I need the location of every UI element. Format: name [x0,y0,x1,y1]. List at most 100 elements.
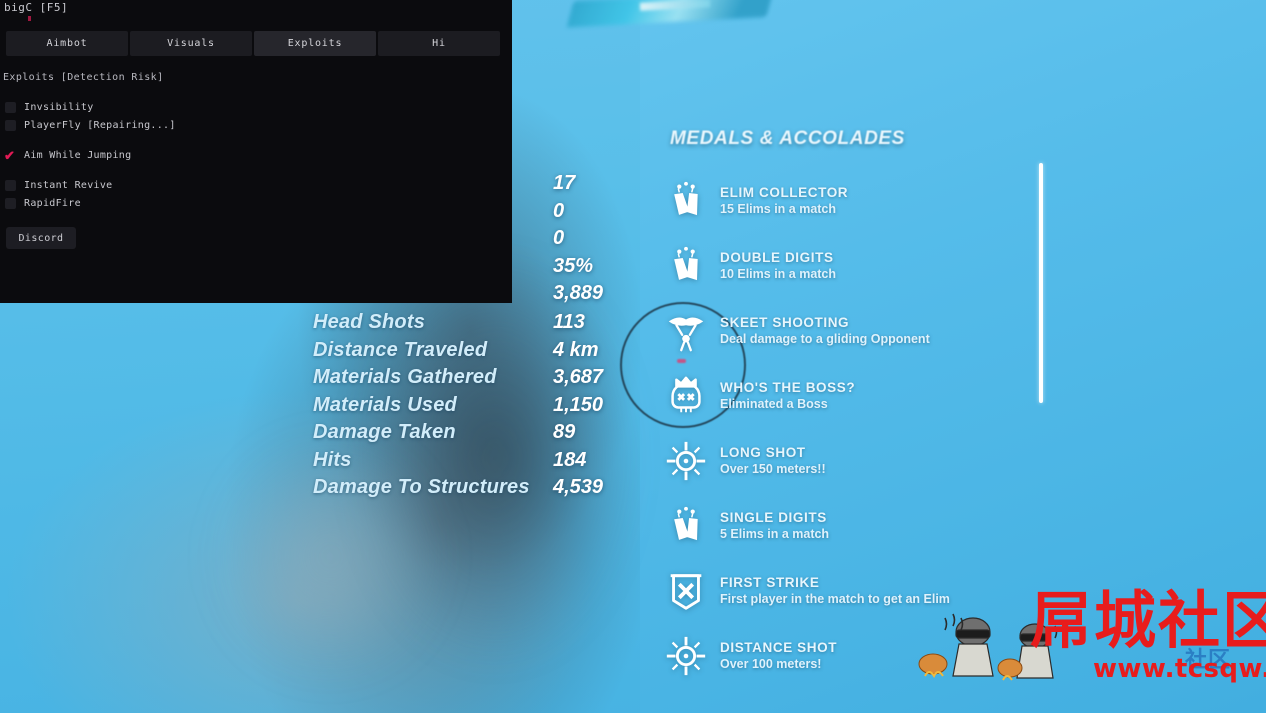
medal-name: DISTANCE SHOT [720,640,838,655]
cheat-menu-title: bigC [F5] [4,1,69,14]
stat-row: Distance Traveled 4 km [313,339,623,367]
tab-aimbot[interactable]: Aimbot [6,31,128,56]
dogtags-icon [660,175,712,227]
medal-text: LONG SHOT Over 150 meters!! [720,445,826,476]
stat-value-occluded: 3,889 [553,282,604,304]
cheat-menu-tab-bar: Aimbot Visuals Exploits Hi [6,31,500,56]
medal-name: FIRST STRIKE [720,575,820,590]
game-screenshot: Head Shots 113 Distance Traveled 4 km Materi… [0,0,1266,713]
stat-label: Materials Used [313,393,457,416]
option-label: Instant Revive [24,179,113,191]
stat-label: Damage To Structures [313,476,530,498]
tab-visuals[interactable]: Visuals [130,31,252,56]
match-stats-list: Head Shots 113 Distance Traveled 4 km Materi… [313,311,623,504]
stat-row: Damage To Structures 4,539 [313,476,623,504]
medal-row: WHO'S THE BOSS? Eliminated a Boss [660,363,1060,428]
dogtags-icon [660,500,712,552]
medals-scrollbar[interactable] [1039,163,1043,403]
stat-value-occluded: 0 [553,199,565,222]
checkbox-unchecked[interactable] [5,119,16,131]
stat-label: Materials Gathered [313,366,497,388]
checkbox-unchecked[interactable] [5,197,16,209]
medal-text: SINGLE DIGITS 5 Elims in a match [720,510,829,541]
medal-row: FIRST STRIKE First player in the match to… [660,558,1060,623]
medal-text: DOUBLE DIGITS 10 Elims in a match [720,250,836,281]
medal-description: 5 Elims in a match [720,527,830,541]
option-row-playerfly-repairing[interactable]: PlayerFly [Repairing...] [5,116,305,134]
banner-x-icon [660,565,712,617]
medal-description: First player in the match to get an Elim [720,592,950,606]
medal-row: DISTANCE SHOT Over 100 meters! [660,623,1060,688]
stat-value: 4,539 [553,476,604,498]
medal-description: 10 Elims in a match [720,267,837,281]
cheat-section-title: Exploits [Detection Risk] [3,72,164,83]
stat-row: Damage Taken 89 [313,421,623,449]
medal-row: LONG SHOT Over 150 meters!! [660,428,1060,493]
option-label: Aim While Jumping [24,149,132,161]
tab-exploits[interactable]: Exploits [254,31,376,56]
medal-text: WHO'S THE BOSS? Eliminated a Boss [720,380,855,411]
stat-label: Damage Taken [313,421,456,443]
stat-label: Hits [313,448,352,471]
medal-row: ELIM COLLECTOR 15 Elims in a match [660,168,1060,233]
stat-label: Distance Traveled [313,338,488,361]
dogtags-icon [660,240,712,292]
option-label: Invsibility [24,101,94,113]
cheat-menu-panel[interactable]: bigC [F5] Aimbot Visuals Exploits Hi Exploi… [0,0,512,303]
tab-hi[interactable]: Hi [378,31,500,56]
checkbox-checked[interactable]: ✔ [4,147,16,163]
medal-row: SKEET SHOOTING Deal damage to a gliding O… [660,298,1060,363]
stat-row: Hits 184 [313,449,623,477]
stat-row: Materials Gathered 3,687 [313,366,623,394]
stat-value: 4 km [553,338,599,361]
crosshair-icon [660,435,712,487]
medal-description: Over 150 meters!! [720,462,826,476]
stat-row: Materials Used 1,150 [313,394,623,422]
medals-accolades-panel: MEDALS & ACCOLADES ELIM COLLECTOR 15 Elim… [660,128,1060,688]
option-row-aim-while-jumping[interactable]: ✔ Aim While Jumping [4,146,305,164]
match-stats-hidden-values: 17 0 0 35% 3,889 [553,172,673,310]
option-label: RapidFire [24,197,81,209]
cheat-menu-title-marker [28,16,31,21]
medal-text: ELIM COLLECTOR 15 Elims in a match [720,185,848,216]
medals-panel-title: MEDALS & ACCOLADES [670,128,905,149]
stat-row: Head Shots 113 [313,311,623,339]
medal-text: DISTANCE SHOT Over 100 meters! [720,640,837,671]
stat-value-occluded: 0 [553,227,565,249]
stat-value-occluded: 35% [553,254,594,277]
skull-crown-icon [660,370,712,422]
checkbox-unchecked[interactable] [5,179,16,191]
medal-text: SKEET SHOOTING Deal damage to a gliding O… [720,315,930,346]
stat-value-occluded: 17 [553,172,576,194]
medal-name: LONG SHOT [720,445,806,460]
cheat-option-list: Invsibility PlayerFly [Repairing...] ✔ Aim … [4,98,305,212]
medal-name: ELIM COLLECTOR [720,185,849,200]
medal-row: SINGLE DIGITS 5 Elims in a match [660,493,1060,558]
checkbox-unchecked[interactable] [5,101,16,113]
stat-value: 113 [553,311,585,333]
option-row-invsibility[interactable]: Invsibility [5,98,305,116]
stat-value: 3,687 [553,366,604,388]
medal-row: DOUBLE DIGITS 10 Elims in a match [660,233,1060,298]
stat-label: Head Shots [313,311,426,333]
stat-value: 89 [553,421,576,443]
medal-description: Deal damage to a gliding Opponent [720,332,930,346]
medal-name: SKEET SHOOTING [720,315,850,330]
medal-name: SINGLE DIGITS [720,510,827,525]
stat-value: 184 [553,448,587,471]
medal-text: FIRST STRIKE First player in the match to… [720,575,950,606]
discord-button[interactable]: Discord [6,227,76,249]
glider-icon [660,305,712,357]
medal-description: Over 100 meters! [720,657,822,671]
medal-description: Eliminated a Boss [720,397,828,411]
option-row-rapidfire[interactable]: RapidFire [5,194,305,212]
medals-list: ELIM COLLECTOR 15 Elims in a match DOUBLE … [660,168,1060,688]
crosshair-icon [660,630,712,682]
option-label: PlayerFly [Repairing...] [24,119,176,131]
medal-name: DOUBLE DIGITS [720,250,834,265]
checkmark-icon: ✔ [4,147,15,163]
medal-name: WHO'S THE BOSS? [720,380,856,395]
option-row-instant-revive[interactable]: Instant Revive [5,176,305,194]
medal-description: 15 Elims in a match [720,202,837,216]
stat-value: 1,150 [553,393,604,416]
